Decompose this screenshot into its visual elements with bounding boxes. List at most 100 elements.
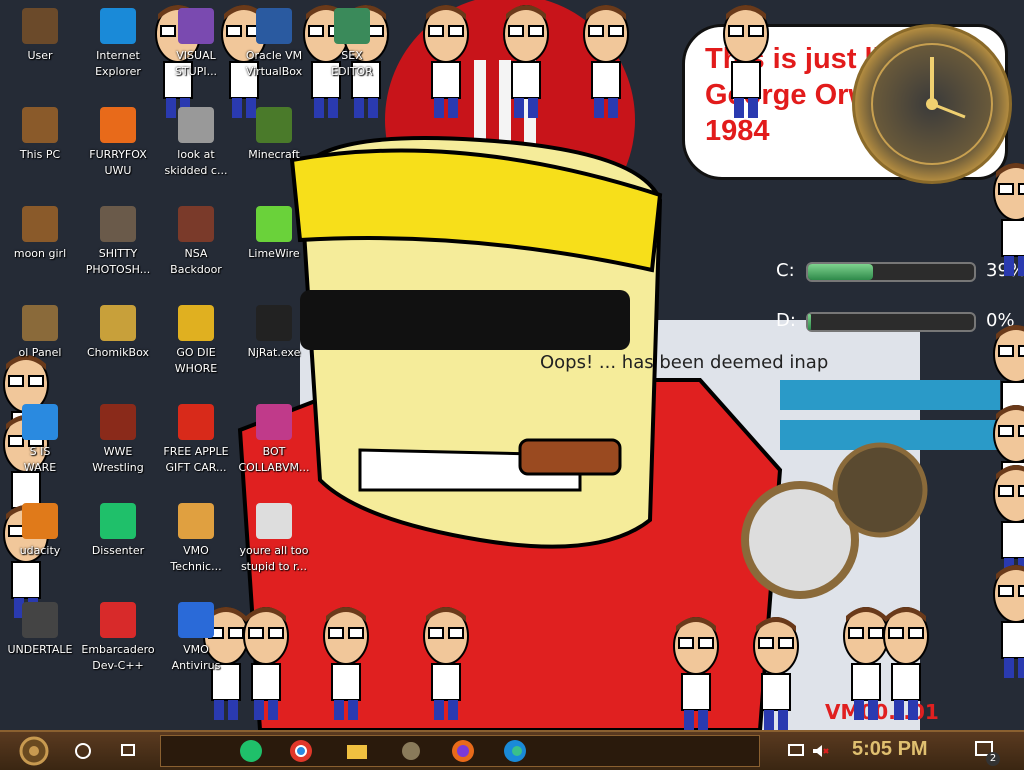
desktop-icon[interactable]: udacity [0, 497, 80, 593]
desktop-icon[interactable]: VMO Antivirus [156, 596, 236, 692]
desktop-icon-label: VMO Antivirus [171, 643, 221, 672]
start-gear-icon [19, 736, 49, 766]
network-icon [788, 744, 804, 756]
desktop-icon[interactable]: FREE APPLE GIFT CAR... [156, 398, 236, 494]
hank-sprite [503, 5, 549, 118]
shield-icon [178, 602, 214, 638]
hank-sprite [673, 617, 719, 730]
unity-icon [22, 602, 58, 638]
cortana-button[interactable] [68, 736, 98, 766]
audacity-icon [22, 503, 58, 539]
notification-count: 2 [986, 752, 1000, 766]
desktop-icon-label: FREE APPLE GIFT CAR... [163, 445, 229, 474]
desktop-icon-label: UNDERTALE [7, 643, 73, 656]
devcpp-icon [100, 602, 136, 638]
desktop-icon-label: NjRat.exe [247, 346, 301, 359]
network-tray-icon[interactable] [786, 736, 806, 766]
monitor-icon [256, 404, 292, 440]
dissenter-icon [240, 740, 262, 762]
drive-meter-d: D: 0% [740, 308, 1020, 336]
desktop-icon[interactable]: ol Panel [0, 299, 80, 395]
desktop-icon[interactable]: SHITTY PHOTOSH... [78, 200, 158, 296]
desktop-icon[interactable]: User [0, 2, 80, 98]
cortana-circle-icon [75, 743, 91, 759]
desktop-icon[interactable]: SEX EDITOR [312, 2, 392, 98]
taskbar: 5:05 PM 2 [0, 730, 1024, 770]
control-panel-icon [22, 305, 58, 341]
gimp-icon [402, 742, 420, 760]
hex-editor-icon [334, 8, 370, 44]
desktop-icon[interactable]: Dissenter [78, 497, 158, 593]
hank-sprite [243, 607, 289, 720]
edge-icon [100, 8, 136, 44]
desktop-icon[interactable]: UNDERTALE [0, 596, 80, 692]
start-button[interactable] [14, 736, 54, 766]
desktop-icon[interactable]: S IS WARE [0, 398, 80, 494]
desktop-icon[interactable]: FURRYFOX UWU [78, 101, 158, 197]
apple-icon [178, 404, 214, 440]
task-view-button[interactable] [114, 736, 144, 766]
desktop-icon[interactable]: ChomikBox [78, 299, 158, 395]
volume-tray-icon[interactable] [810, 736, 830, 766]
folder-icon [347, 745, 367, 759]
drive-usage-fill [808, 264, 873, 280]
firefox-pinned[interactable] [448, 736, 478, 766]
steampunk-clock-widget [852, 24, 1012, 184]
minecraft-icon [256, 107, 292, 143]
user-folder-icon [22, 8, 58, 44]
wrestling-icon [100, 404, 136, 440]
desktop-icon[interactable]: NSA Backdoor [156, 200, 236, 296]
explorer-pinned[interactable] [342, 736, 372, 766]
desktop-icon[interactable]: NjRat.exe [234, 299, 314, 395]
edge-pinned[interactable] [500, 736, 530, 766]
desktop-icon-label: NSA Backdoor [170, 247, 222, 276]
chrome-pinned[interactable] [286, 736, 316, 766]
hank-sprite [883, 607, 929, 720]
desktop-icon-label: BOT COLLABVM... [238, 445, 310, 474]
desktop-icon[interactable]: This PC [0, 101, 80, 197]
desktop-icon[interactable]: look at skidded c... [156, 101, 236, 197]
volume-muted-icon [813, 745, 829, 757]
desktop-icon-label: youre all too stupid to r... [239, 544, 309, 573]
taskbar-clock[interactable]: 5:05 PM [852, 738, 928, 761]
clock-face [871, 43, 993, 165]
desktop-icon[interactable]: Minecraft [234, 101, 314, 197]
copy-icon [178, 107, 214, 143]
desktop-icon[interactable]: GO DIE WHORE [156, 299, 236, 395]
desktop-icon-label: LimeWire [248, 247, 300, 260]
virtualbox-icon [256, 8, 292, 44]
frame-icon [178, 206, 214, 242]
desktop-icon-label: ChomikBox [87, 346, 149, 359]
task-view-icon [121, 744, 135, 756]
desktop-icon[interactable]: Oracle VM VirtualBox [234, 2, 314, 98]
desktop-icon-label: User [27, 49, 53, 62]
desktop-icon[interactable]: WWE Wrestling [78, 398, 158, 494]
drive-usage-bar [806, 262, 976, 282]
desktop-icon[interactable]: moon girl [0, 200, 80, 296]
desktop-icon-label: S IS WARE [23, 445, 57, 474]
desktop-icon[interactable]: youre all too stupid to r... [234, 497, 314, 593]
desktop-icon[interactable]: VISUAL STUPI... [156, 2, 236, 98]
desktop-icon[interactable]: Embarcadero Dev-C++ [78, 596, 158, 692]
desktop-icon-label: look at skidded c... [164, 148, 228, 177]
desktop-icon[interactable]: LimeWire [234, 200, 314, 296]
desktop-icon[interactable]: VMO Technic... [156, 497, 236, 593]
desktop-icon-label: Oracle VM VirtualBox [245, 49, 303, 78]
dissenter-pinned[interactable] [236, 736, 266, 766]
chomikbox-icon [100, 305, 136, 341]
desktop-icon-label: SHITTY PHOTOSH... [85, 247, 151, 276]
visual-studio-icon [178, 8, 214, 44]
firefox-icon [100, 107, 136, 143]
gimp-pinned[interactable] [396, 736, 426, 766]
firefox-icon [452, 740, 474, 762]
desktop-icon-label: moon girl [13, 247, 67, 260]
skull-icon [256, 305, 292, 341]
hank-sprite [723, 5, 769, 118]
notification-center-button[interactable]: 2 [970, 736, 1000, 766]
gimp-icon [100, 206, 136, 242]
computer-icon [22, 107, 58, 143]
desktop-icon-label: Embarcadero Dev-C++ [81, 643, 155, 672]
desktop-icon[interactable]: Internet Explorer [78, 2, 158, 98]
portrait-icon [256, 503, 292, 539]
desktop-icon[interactable]: BOT COLLABVM... [234, 398, 314, 494]
